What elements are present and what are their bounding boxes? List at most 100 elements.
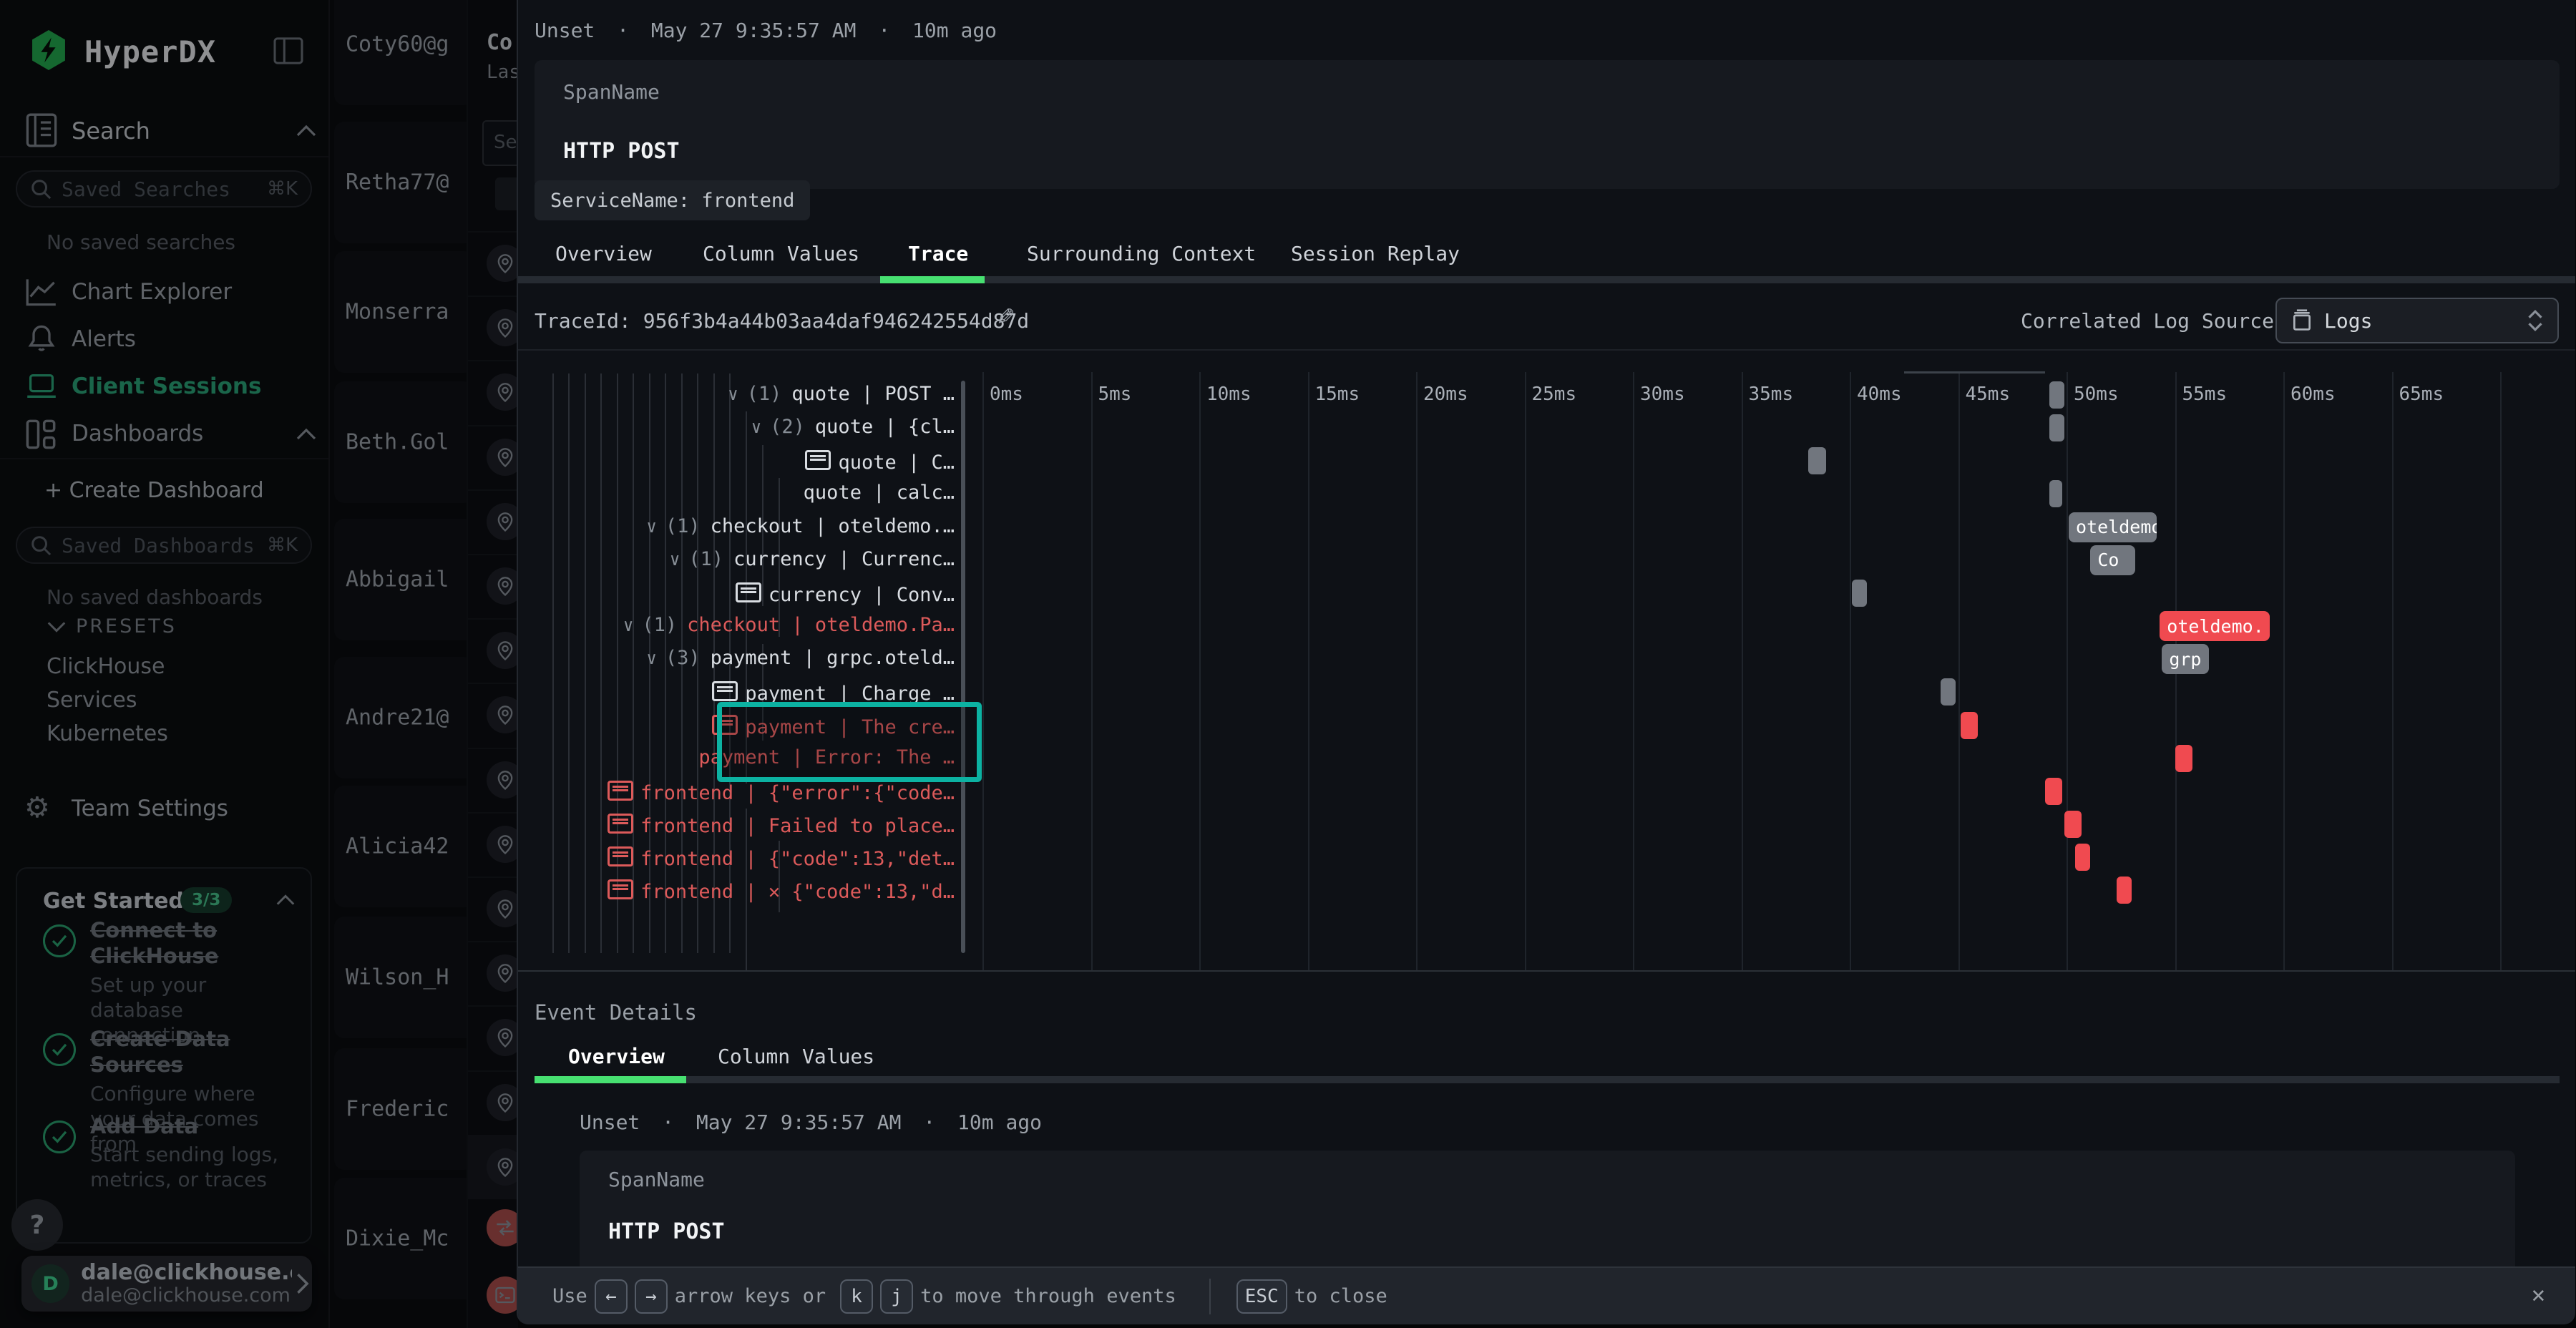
j-key[interactable]: j <box>880 1279 913 1314</box>
hint-text: to close <box>1294 1285 1387 1307</box>
service-name-chip[interactable]: ServiceName: frontend <box>535 180 810 220</box>
active-tab-underline <box>535 1076 686 1083</box>
select-chevrons-icon <box>2527 308 2543 333</box>
span-row-label[interactable]: frontend | Failed to place… <box>608 812 955 837</box>
details-tab-overview[interactable]: Overview <box>568 1045 665 1068</box>
span-bar[interactable]: oteldemo. <box>2160 611 2269 641</box>
log-event-icon <box>712 681 738 701</box>
grid-line <box>1850 372 1851 970</box>
span-row-label[interactable]: ∨(1)checkout | oteldemo.Pa… <box>623 614 955 636</box>
tick-label: 35ms <box>1749 384 1794 405</box>
span-bar[interactable] <box>2064 811 2082 838</box>
chevron-down-icon[interactable]: ∨ <box>623 615 633 635</box>
log-source-value: Logs <box>2324 309 2527 333</box>
span-row-label[interactable]: ∨(1)currency | Currenc… <box>670 548 955 570</box>
database-icon <box>2291 309 2313 332</box>
span-bar[interactable]: grp <box>2162 644 2208 674</box>
span-bar[interactable] <box>1941 678 1956 706</box>
tick-label: 0ms <box>990 384 1023 405</box>
close-icon[interactable]: ✕ <box>2532 1281 2545 1308</box>
span-bar[interactable] <box>1852 580 1867 607</box>
divider <box>1209 1279 1211 1314</box>
span-bar[interactable] <box>2175 745 2192 772</box>
tick-label: 40ms <box>1857 384 1902 405</box>
event-status-line: Unset · May 27 9:35:57 AM · 10m ago <box>580 1110 1042 1134</box>
tab-overview[interactable]: Overview <box>555 242 652 265</box>
hint-text: to move through events <box>920 1285 1176 1307</box>
span-name-value: HTTP POST <box>608 1219 725 1244</box>
grid-line <box>2283 372 2285 970</box>
span-bar[interactable] <box>2075 844 2090 871</box>
span-bar[interactable] <box>2049 480 2062 507</box>
tick-label: 65ms <box>2399 384 2444 405</box>
log-event-icon <box>608 781 633 801</box>
span-row-text: quote | POST … <box>791 383 955 405</box>
timeline-scrollbar[interactable] <box>1904 371 2045 374</box>
span-row-label[interactable]: quote | calc… <box>804 482 955 504</box>
log-event-icon <box>736 582 761 602</box>
span-row-label[interactable]: quote | C… <box>805 449 955 474</box>
span-bar[interactable] <box>2049 414 2064 441</box>
span-bar[interactable] <box>1961 712 1978 739</box>
event-relative-time: 10m ago <box>912 19 997 42</box>
span-row-label[interactable]: ∨(1)checkout | oteldemo.… <box>646 515 955 537</box>
chevron-down-icon[interactable]: ∨ <box>751 417 761 437</box>
grid-line <box>2067 372 2068 970</box>
child-count: (1) <box>747 383 782 405</box>
span-row-label[interactable]: frontend | {"code":13,"det… <box>608 845 955 870</box>
grid-line <box>1416 372 1418 970</box>
chevron-down-icon[interactable]: ∨ <box>646 517 656 537</box>
span-bar[interactable]: Co <box>2090 545 2135 575</box>
span-name-card: SpanName HTTP POST <box>580 1151 2515 1266</box>
log-source-select[interactable]: Logs <box>2275 298 2559 343</box>
hint-text: Use <box>552 1285 587 1307</box>
tab-session-replay[interactable]: Session Replay <box>1291 242 1460 265</box>
log-event-icon <box>608 846 633 866</box>
span-row-label[interactable]: frontend | {"error":{"code… <box>608 779 955 804</box>
arrow-right-key[interactable]: → <box>635 1279 668 1314</box>
tick-label: 25ms <box>1532 384 1577 405</box>
span-row-label[interactable]: ∨(3)payment | grpc.oteld… <box>646 647 955 669</box>
child-count: (3) <box>665 647 701 669</box>
correlated-log-source-label: Correlated Log Source <box>2021 309 2274 333</box>
arrow-left-key[interactable]: ← <box>595 1279 628 1314</box>
tab-surrounding-context[interactable]: Surrounding Context <box>1027 242 1256 265</box>
log-event-icon <box>805 450 831 470</box>
indent-guide <box>600 374 602 953</box>
span-row-text: frontend | ✕ {"code":13,"d… <box>640 881 955 903</box>
span-row-text: currency | Currenc… <box>733 548 955 570</box>
log-event-icon <box>608 814 633 834</box>
tick-label: 20ms <box>1423 384 1468 405</box>
tick-label: 55ms <box>2182 384 2228 405</box>
span-row-label[interactable]: ∨ (1) quote | POST … <box>728 383 955 405</box>
chevron-down-icon[interactable]: ∨ <box>646 648 656 668</box>
span-bar[interactable] <box>2049 381 2064 409</box>
span-row-label[interactable]: ∨(2)quote | {cl… <box>751 416 955 438</box>
divider <box>518 970 2575 972</box>
tab-trace[interactable]: Trace <box>908 242 968 265</box>
chevron-down-icon[interactable]: ∨ <box>728 384 738 404</box>
span-row-label[interactable]: frontend | ✕ {"code":13,"d… <box>608 878 955 903</box>
trace-waterfall: 0ms5ms10ms15ms20ms25ms30ms35ms40ms45ms50… <box>518 351 2575 970</box>
details-tab-column-values[interactable]: Column Values <box>718 1045 874 1068</box>
span-row-text: quote | C… <box>838 451 955 474</box>
span-bar[interactable] <box>2117 877 2132 904</box>
event-panel: Unset · May 27 9:35:57 AM · 10m ago Span… <box>517 0 2575 1324</box>
hyperdx-app: Coty60@gRetha77@MonserraBeth.GolAbbigail… <box>0 0 2576 1328</box>
span-name-label: SpanName <box>608 1168 705 1191</box>
span-list-scrollbar[interactable] <box>961 381 965 953</box>
grid-line <box>1199 372 1201 970</box>
span-name-card: SpanName HTTP POST <box>535 60 2560 189</box>
esc-key[interactable]: ESC <box>1236 1279 1287 1314</box>
chevron-down-icon[interactable]: ∨ <box>670 550 680 570</box>
span-bar[interactable]: oteldemo. <box>2069 512 2157 542</box>
tick-label: 50ms <box>2074 384 2119 405</box>
span-bar[interactable] <box>2045 778 2062 805</box>
edit-pencil-icon[interactable]: ✎ <box>996 303 1015 331</box>
tick-label: 15ms <box>1315 384 1360 405</box>
span-row-label[interactable]: currency | Conv… <box>736 581 955 606</box>
span-bar[interactable] <box>1808 447 1825 474</box>
child-count: (1) <box>642 614 677 636</box>
k-key[interactable]: k <box>840 1279 873 1314</box>
tab-column-values[interactable]: Column Values <box>703 242 859 265</box>
